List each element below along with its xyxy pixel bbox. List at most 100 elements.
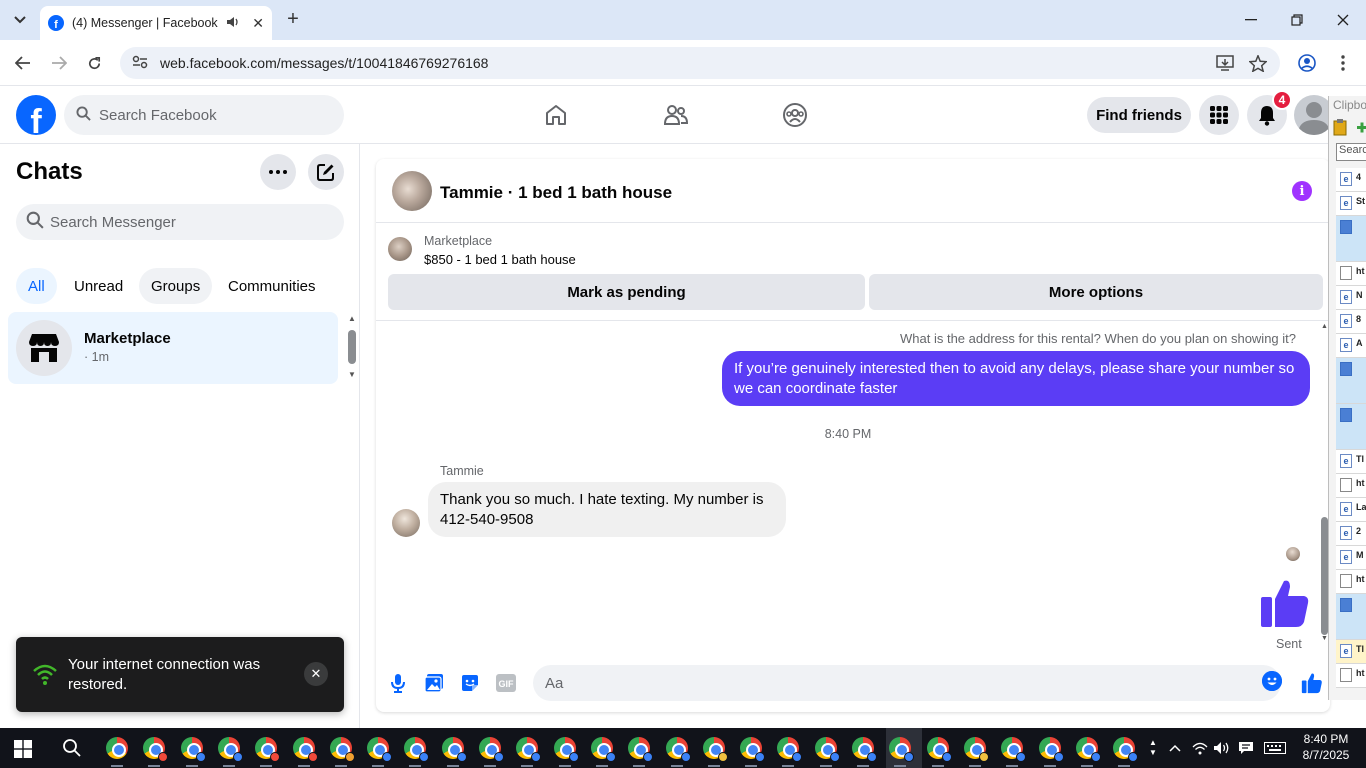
chrome-taskbar-icon[interactable]	[590, 737, 616, 762]
chat-list-scrollbar[interactable]: ▲ ▼	[346, 314, 358, 380]
chrome-taskbar-icon[interactable]	[628, 737, 654, 762]
sender-avatar[interactable]	[392, 509, 420, 537]
clipboard-item[interactable]	[1336, 358, 1366, 404]
clipboard-item[interactable]: e Tl	[1336, 640, 1366, 664]
keyboard-icon[interactable]	[1262, 738, 1288, 758]
chrome-taskbar-icon[interactable]	[441, 737, 467, 762]
friends-icon[interactable]	[660, 99, 692, 131]
chrome-taskbar-icon[interactable]	[889, 737, 915, 762]
sent-thumbs-up-icon[interactable]	[1260, 577, 1310, 629]
chrome-taskbar-icon[interactable]	[329, 737, 355, 762]
chrome-taskbar-icon[interactable]	[367, 737, 393, 762]
find-friends-button[interactable]: Find friends	[1087, 97, 1191, 133]
taskbar-search-icon[interactable]	[62, 738, 82, 758]
minimize-icon[interactable]	[1236, 6, 1266, 34]
close-window-icon[interactable]	[1328, 6, 1358, 34]
contact-avatar[interactable]	[392, 171, 432, 211]
clipboard-item[interactable]	[1336, 216, 1366, 262]
chat-list-item[interactable]: Marketplace · 1m	[8, 312, 338, 384]
menu-grid-icon[interactable]	[1199, 95, 1239, 135]
clipboard-item[interactable]	[1336, 594, 1366, 640]
outgoing-message-bubble[interactable]: If you’re genuinely interested then to a…	[722, 351, 1310, 406]
chrome-taskbar-icon[interactable]	[702, 737, 728, 762]
restore-icon[interactable]	[1282, 6, 1312, 34]
facebook-search-input[interactable]	[99, 106, 299, 124]
chrome-taskbar-icon[interactable]	[740, 737, 766, 762]
chrome-taskbar-icon[interactable]	[963, 737, 989, 762]
facebook-logo-icon[interactable]: f	[16, 95, 56, 135]
chrome-taskbar-icon[interactable]	[1038, 737, 1064, 762]
microphone-icon[interactable]	[386, 671, 410, 695]
chrome-taskbar-icon[interactable]	[516, 737, 542, 762]
install-app-icon[interactable]	[1214, 52, 1236, 74]
message-input-box[interactable]	[533, 665, 1281, 701]
scrollbar-thumb[interactable]	[1321, 517, 1328, 635]
clipboard-item[interactable]: e La	[1336, 498, 1366, 522]
chrome-taskbar-icon[interactable]	[1001, 737, 1027, 762]
emoji-icon[interactable]	[1262, 671, 1282, 691]
conversation-title[interactable]: Tammie · 1 bed 1 bath house	[440, 183, 672, 203]
clipboard-item[interactable]: e Tl	[1336, 450, 1366, 474]
chrome-taskbar-icon[interactable]	[180, 737, 206, 762]
paste-icon[interactable]	[1333, 119, 1347, 136]
conversation-info-icon[interactable]: i	[1292, 181, 1312, 201]
message-input[interactable]	[545, 674, 1225, 692]
more-options-button[interactable]: More options	[869, 274, 1323, 310]
volume-icon[interactable]	[1212, 738, 1232, 758]
filter-communities[interactable]: Communities	[216, 268, 328, 304]
clipboard-item[interactable]	[1336, 404, 1366, 450]
clipboard-item[interactable]: e4	[1336, 168, 1366, 192]
incoming-message-bubble[interactable]: Thank you so much. I hate texting. My nu…	[428, 482, 786, 537]
chrome-taskbar-icon[interactable]	[479, 737, 504, 762]
home-icon[interactable]	[540, 99, 572, 131]
clipboard-item[interactable]: eA	[1336, 334, 1366, 358]
chrome-taskbar-icon[interactable]	[404, 737, 430, 762]
filter-all[interactable]: All	[16, 268, 57, 304]
profile-account-icon[interactable]	[1296, 52, 1318, 74]
clipboard-item[interactable]: ht	[1336, 474, 1366, 498]
chrome-taskbar-icon[interactable]	[1113, 737, 1139, 762]
chrome-taskbar-icon[interactable]	[106, 737, 128, 759]
messenger-search[interactable]	[16, 204, 344, 240]
speaker-icon[interactable]	[226, 16, 240, 31]
clipboard-item[interactable]: eN	[1336, 286, 1366, 310]
chat-options-button[interactable]	[260, 154, 296, 190]
photo-icon[interactable]	[422, 671, 446, 695]
chrome-taskbar-icon[interactable]	[1075, 737, 1101, 762]
chrome-taskbar-icon[interactable]	[777, 737, 803, 762]
network-icon[interactable]	[1190, 738, 1210, 758]
filter-unread[interactable]: Unread	[62, 268, 135, 304]
browser-tab[interactable]: f (4) Messenger | Facebook ✕	[40, 6, 272, 40]
chrome-taskbar-icon[interactable]	[217, 737, 243, 762]
listing-title[interactable]: $850 - 1 bed 1 bath house	[424, 252, 576, 267]
browser-menu-icon[interactable]	[1332, 52, 1354, 74]
scroll-down-arrow-icon[interactable]: ▼	[1321, 635, 1328, 642]
windows-start-icon[interactable]	[14, 740, 32, 758]
clipboard-item[interactable]: ht	[1336, 262, 1366, 286]
clipboard-item[interactable]: e St	[1336, 192, 1366, 216]
listing-thumbnail[interactable]	[388, 237, 412, 261]
back-arrow-icon[interactable]	[12, 52, 34, 74]
chrome-taskbar-icon[interactable]	[292, 737, 318, 762]
chrome-taskbar-icon[interactable]	[143, 737, 169, 762]
action-center-icon[interactable]	[1236, 738, 1256, 758]
chrome-taskbar-icon[interactable]	[852, 737, 877, 762]
facebook-search[interactable]	[64, 95, 344, 135]
groups-icon[interactable]	[779, 99, 811, 131]
reload-icon[interactable]	[83, 52, 105, 74]
toast-close-button[interactable]: ✕	[304, 662, 328, 686]
forward-arrow-icon[interactable]	[48, 52, 70, 74]
taskbar-scroll-arrows-icon[interactable]: ▲ ▼	[1146, 738, 1160, 758]
clipboard-search-input[interactable]: Search	[1336, 143, 1366, 161]
clipboard-item[interactable]: e2	[1336, 522, 1366, 546]
clipboard-item[interactable]: eM	[1336, 546, 1366, 570]
new-message-button[interactable]	[308, 154, 344, 190]
chrome-taskbar-icon[interactable]	[553, 737, 579, 762]
like-thumbs-up-icon[interactable]	[1300, 671, 1324, 695]
filter-groups[interactable]: Groups	[139, 268, 213, 304]
scroll-up-arrow-icon[interactable]: ▲	[348, 314, 356, 323]
taskbar-clock[interactable]: 8:40 PM 8/7/2025	[1298, 731, 1354, 763]
show-hidden-icons-chevron-icon[interactable]	[1166, 738, 1184, 758]
scrollbar-thumb[interactable]	[348, 330, 356, 364]
sticker-icon[interactable]	[458, 671, 482, 695]
